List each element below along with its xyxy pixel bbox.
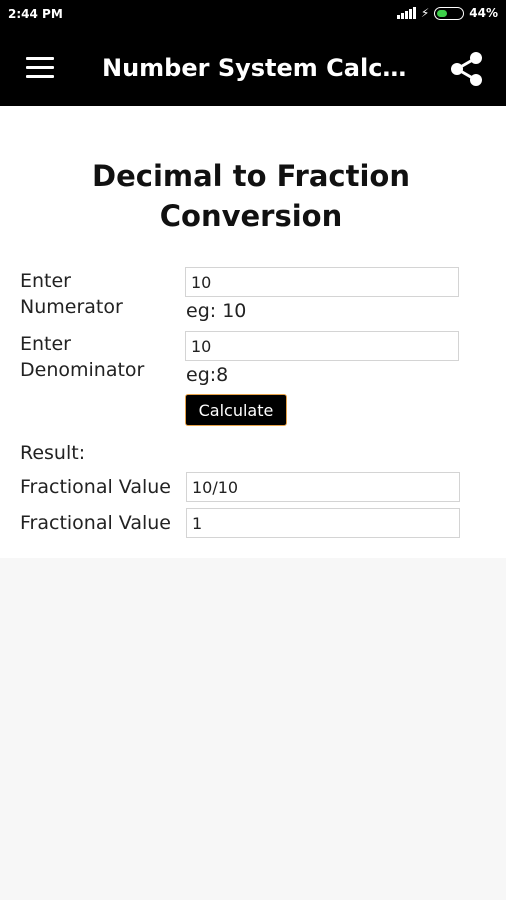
fraction-output[interactable] [186,472,460,502]
status-indicators: ⚡ 44% [396,6,498,20]
converter-card: Decimal to Fraction Conversion Enter Num… [0,106,506,558]
numerator-input[interactable] [185,267,459,297]
denominator-hint: eg:8 [186,364,229,386]
status-bar: 2:44 PM ⚡ 44% [0,0,506,30]
denominator-label: Enter Denominator [20,333,145,381]
signal-icon [396,7,416,19]
app-title: Number System Calcul... [102,54,412,82]
fraction-label: Fractional Value [20,476,171,498]
calculate-button[interactable]: Calculate [185,394,287,426]
battery-icon [434,6,465,20]
denominator-input[interactable] [185,331,459,361]
share-icon[interactable] [448,50,486,88]
menu-icon[interactable] [26,57,54,79]
page-title: Decimal to Fraction Conversion [92,159,410,233]
numerator-hint: eg: 10 [186,300,247,322]
simplified-output[interactable] [186,508,460,538]
result-label: Result: [20,442,86,464]
simplified-label: Fractional Value [20,512,171,534]
app-bar: Number System Calcul... [0,30,506,106]
numerator-label: Enter Numerator [20,270,123,318]
status-time: 2:44 PM [8,7,63,21]
charging-icon: ⚡ [420,6,430,20]
battery-fill [437,9,448,17]
battery-percent: 44% [469,6,498,20]
